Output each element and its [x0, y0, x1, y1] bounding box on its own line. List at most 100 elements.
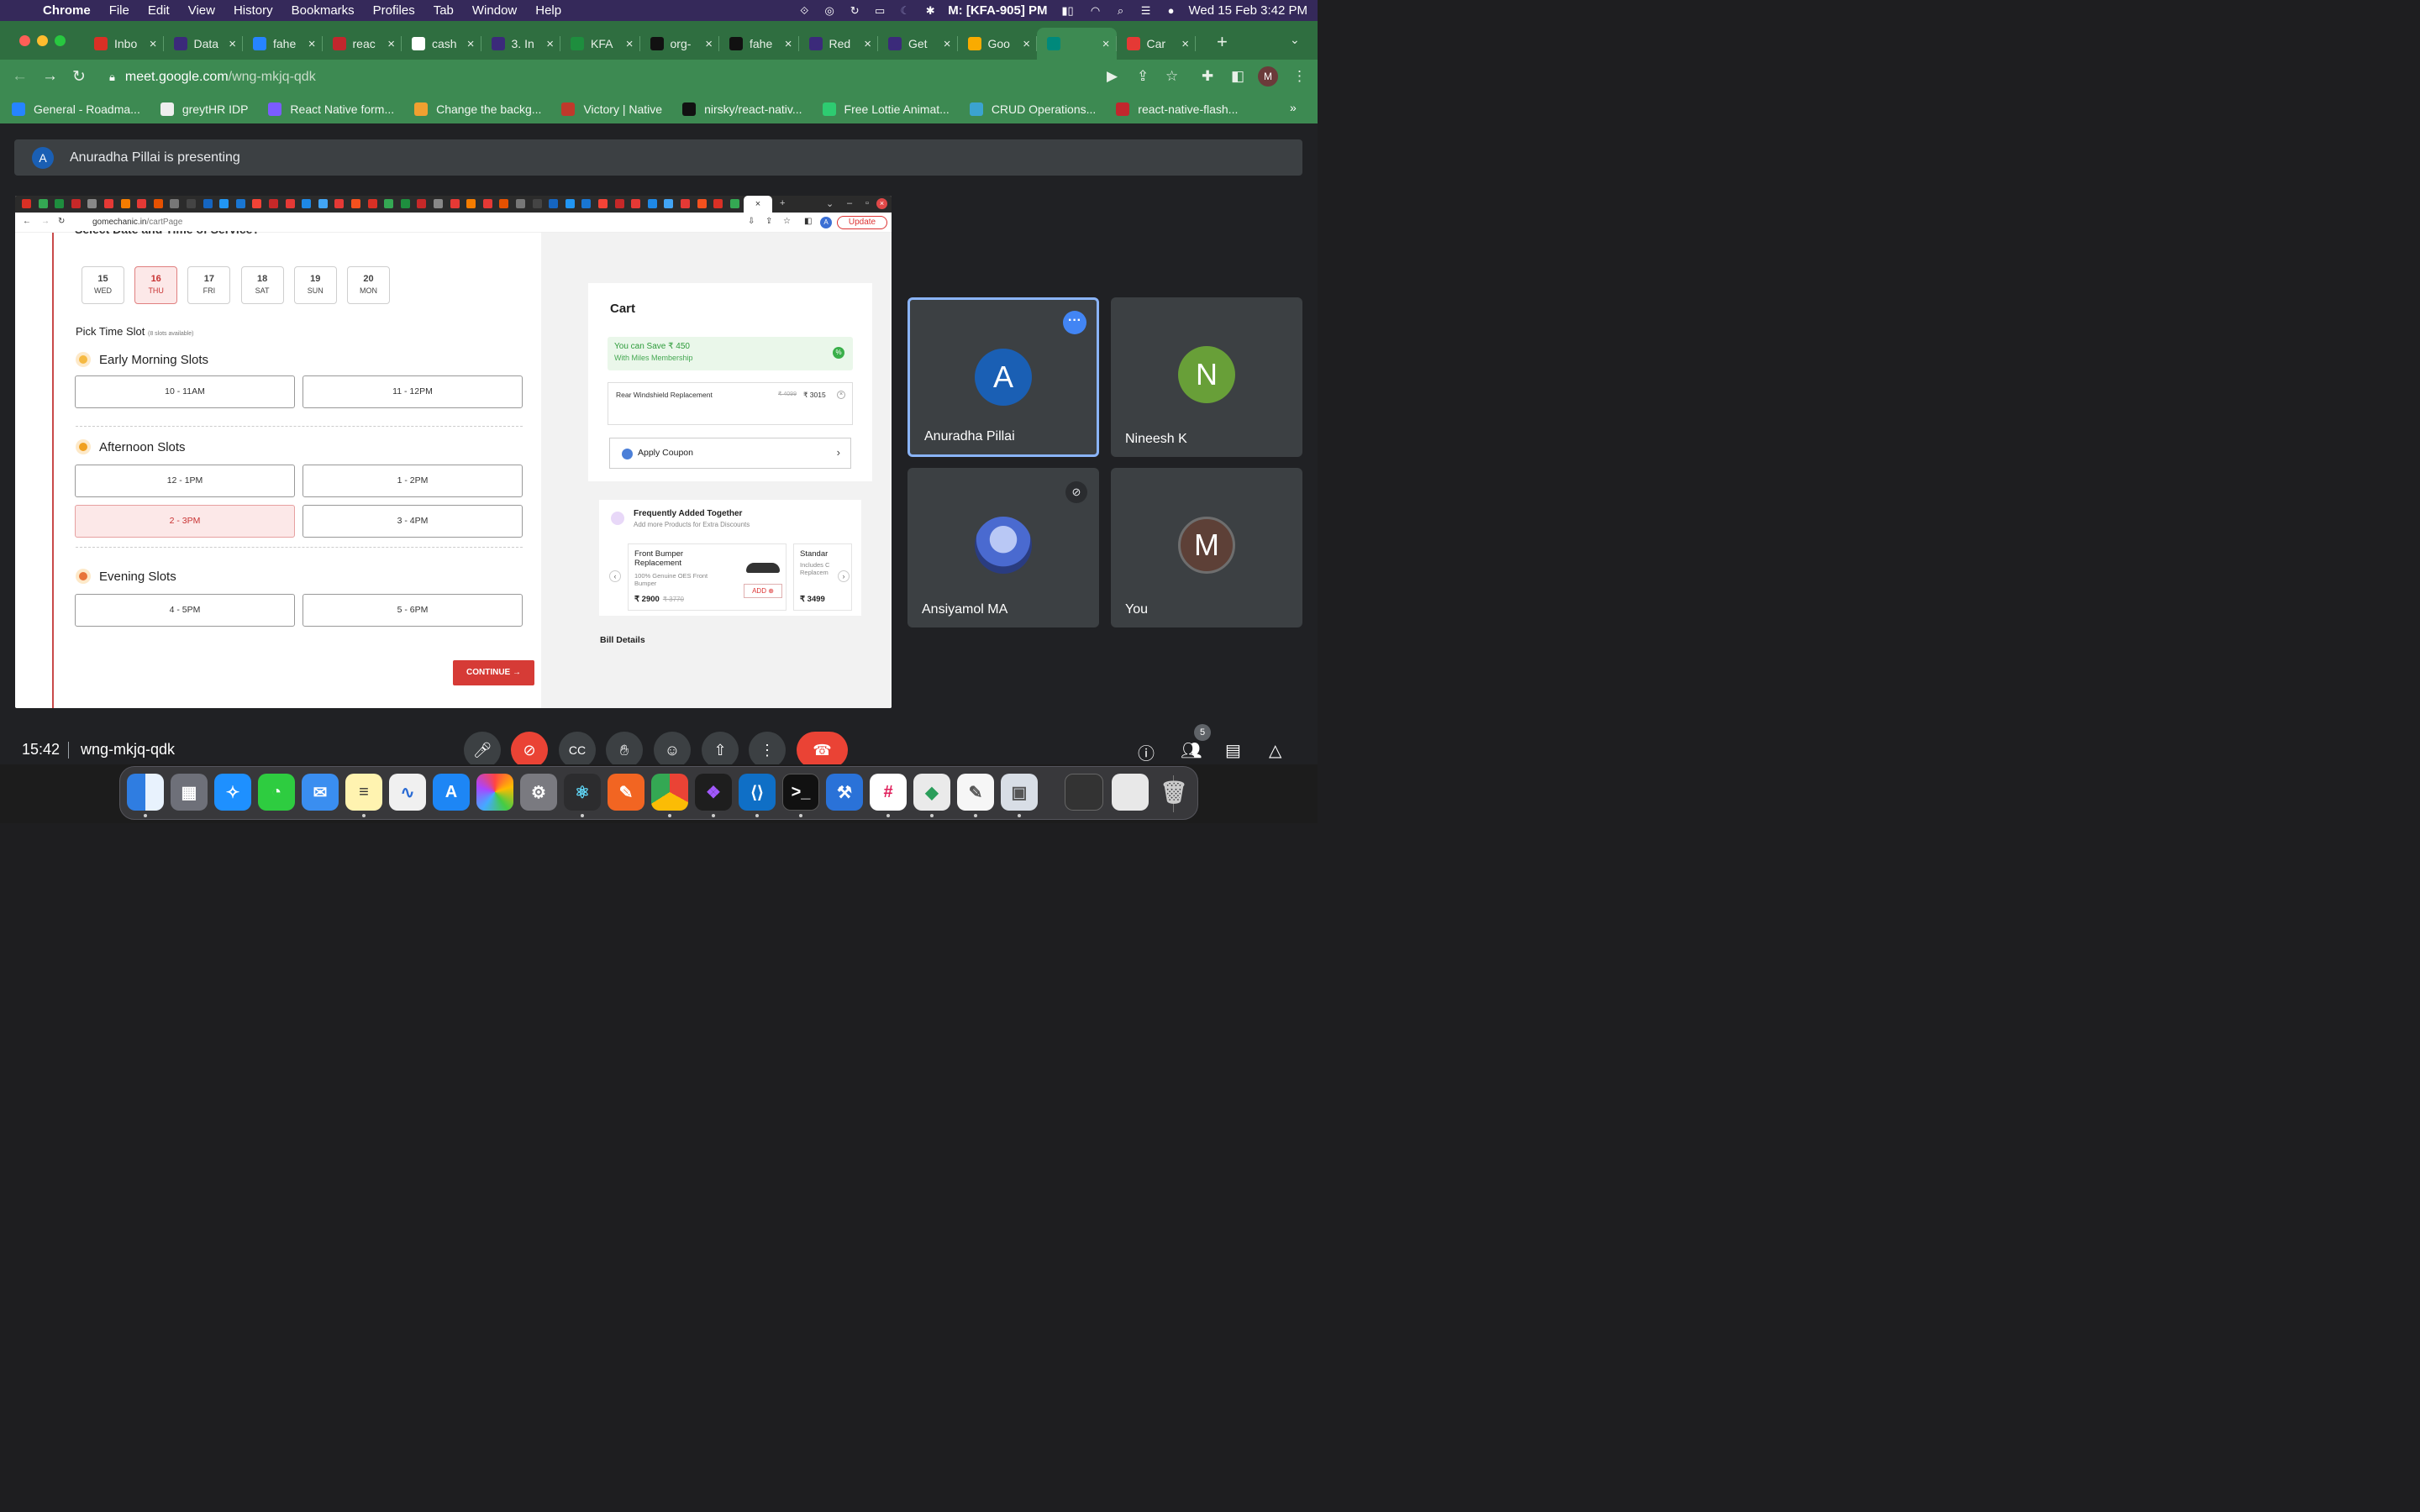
close-tab-icon[interactable]: × [150, 37, 157, 51]
system-settings-icon[interactable]: ⚙ [520, 774, 557, 811]
chrome-icon[interactable] [651, 774, 688, 811]
battery-icon[interactable]: ▮▯ [1058, 4, 1078, 17]
browser-tab[interactable]: cash × [402, 28, 481, 60]
browser-tab[interactable]: Data × [164, 28, 243, 60]
close-tab-icon[interactable]: × [944, 37, 951, 51]
participant-tile[interactable]: ⊘ Ansiyamol MA [908, 468, 1099, 627]
new-tab-icon[interactable]: + [1217, 31, 1228, 53]
close-tab-icon[interactable]: × [705, 37, 713, 51]
bookmarks-overflow[interactable]: » [1290, 101, 1301, 114]
app-store-icon[interactable]: A [433, 774, 470, 811]
bookmark-item[interactable]: Change the backg... [414, 102, 541, 116]
figma-icon[interactable]: ❖ [695, 774, 732, 811]
bookmark-item[interactable]: react-native-flash... [1116, 102, 1238, 116]
menu-app-name[interactable]: Chrome [34, 3, 100, 18]
messages-icon[interactable]: ◔ [258, 774, 295, 811]
hang-up-button[interactable]: ☎︎ [797, 732, 848, 769]
refresh-status-icon[interactable]: ↻ [847, 4, 862, 17]
wifi-icon[interactable]: ◠ [1088, 4, 1103, 17]
close-tab-icon[interactable]: × [1102, 37, 1110, 51]
freeform-icon[interactable]: ∿ [389, 774, 426, 811]
slack-icon[interactable]: # [870, 774, 907, 811]
vscode-icon[interactable]: ⟨⟩ [739, 774, 776, 811]
camera-off-icon[interactable]: ⊘ [511, 732, 548, 769]
spotlight-search-icon[interactable]: ⌕ [1113, 4, 1128, 17]
menu-profiles[interactable]: Profiles [364, 3, 424, 18]
react-devtools-icon[interactable]: ⚛ [564, 774, 601, 811]
bookmark-item[interactable]: General - Roadma... [12, 102, 140, 116]
meeting-code[interactable]: wng-mkjq-qdk [81, 741, 175, 759]
close-tab-icon[interactable]: × [546, 37, 554, 51]
address-bar[interactable]: 🔒︎ meet.google.com/wng-mkjq-qdk [99, 64, 1192, 91]
browser-tab[interactable]: fahe × [719, 28, 799, 60]
close-tab-icon[interactable]: × [864, 37, 871, 51]
browser-tab[interactable]: Red × [799, 28, 878, 60]
emoji-icon[interactable]: ☺ [654, 732, 691, 769]
bookmark-star-icon[interactable]: ☆ [1165, 68, 1178, 85]
minimize-window-icon[interactable] [37, 35, 48, 46]
raise-hand-icon[interactable]: ✋︎ [606, 732, 643, 769]
lock-icon[interactable]: 🔒︎ [109, 71, 115, 84]
present-screen-icon[interactable]: ⇧ [702, 732, 739, 769]
menu-edit[interactable]: Edit [139, 3, 179, 18]
browser-tab[interactable]: Inbo × [84, 28, 164, 60]
chat-icon[interactable]: ▤ [1225, 740, 1241, 761]
close-tab-icon[interactable]: × [308, 37, 316, 51]
activities-icon[interactable]: △ [1269, 740, 1281, 761]
mail-icon[interactable]: ✉ [302, 774, 339, 811]
menu-window[interactable]: Window [463, 3, 526, 18]
finder-icon[interactable] [127, 774, 164, 811]
menu-file[interactable]: File [100, 3, 139, 18]
back-arrow-icon[interactable]: ← [12, 67, 28, 86]
people-icon[interactable]: 👥︎ [1181, 740, 1202, 761]
menu-history[interactable]: History [224, 3, 282, 18]
bookmark-item[interactable]: Free Lottie Animat... [822, 102, 950, 116]
forward-arrow-icon[interactable]: → [42, 67, 58, 86]
browser-tab[interactable]: KFA × [560, 28, 640, 60]
notes-icon[interactable]: ≡ [345, 774, 382, 811]
browser-tab[interactable]: fahe × [243, 28, 323, 60]
creative-cloud-icon[interactable]: ◎ [822, 4, 837, 17]
figma-status-icon[interactable]: ⟐ [797, 4, 812, 17]
moon-icon[interactable]: ☾ [897, 4, 913, 17]
bookmark-item[interactable]: nirsky/react-nativ... [682, 102, 802, 116]
safari-icon[interactable]: ✧ [214, 774, 251, 811]
browser-tab[interactable]: × [1037, 28, 1117, 60]
browser-tab[interactable]: reac × [323, 28, 402, 60]
terminal-icon[interactable]: >_ [782, 774, 819, 811]
menu-view[interactable]: View [179, 3, 224, 18]
close-tab-icon[interactable]: × [467, 37, 475, 51]
photos-icon[interactable] [476, 774, 513, 811]
postman-icon[interactable]: ✎ [608, 774, 644, 811]
participant-tile[interactable]: M You [1111, 468, 1302, 627]
browser-tab[interactable]: Get × [878, 28, 958, 60]
close-tab-icon[interactable]: × [387, 37, 395, 51]
preview-icon[interactable]: ▣ [1001, 774, 1038, 811]
close-tab-icon[interactable]: × [1181, 37, 1189, 51]
close-tab-icon[interactable]: × [1023, 37, 1030, 51]
more-options-icon[interactable]: ··· [1063, 311, 1086, 334]
close-tab-icon[interactable]: × [626, 37, 634, 51]
bluetooth-icon[interactable]: ✱ [923, 4, 938, 17]
reload-icon[interactable]: ↻ [72, 67, 86, 87]
close-tab-icon[interactable]: × [785, 37, 792, 51]
tab-search-chevron-icon[interactable]: ⌄ [1290, 33, 1300, 47]
bookmark-item[interactable]: Victory | Native [561, 102, 662, 116]
browser-tab[interactable]: org- × [640, 28, 719, 60]
browser-tab[interactable]: 3. In × [481, 28, 560, 60]
textedit-icon[interactable]: ✎ [957, 774, 994, 811]
participant-tile[interactable]: N Nineesh K [1111, 297, 1302, 457]
close-tab-icon[interactable]: × [229, 37, 236, 51]
recent-window-thumbnail[interactable] [1065, 774, 1103, 811]
status-text[interactable]: M: [KFA-905] PM [948, 3, 1047, 18]
participant-tile[interactable]: A ··· Anuradha Pillai [908, 297, 1099, 457]
bookmark-item[interactable]: CRUD Operations... [969, 102, 1096, 116]
menu-tab[interactable]: Tab [424, 3, 463, 18]
browser-tab[interactable]: Car × [1117, 28, 1196, 60]
siri-icon[interactable]: ● [1164, 4, 1179, 17]
extensions-puzzle-icon[interactable]: ✚ [1202, 68, 1213, 85]
chrome-menu-icon[interactable]: ⋮ [1292, 68, 1307, 85]
close-window-icon[interactable] [19, 35, 30, 46]
microphone-icon[interactable]: 🎤︎ [464, 732, 501, 769]
captions-icon[interactable]: CC [559, 732, 596, 769]
